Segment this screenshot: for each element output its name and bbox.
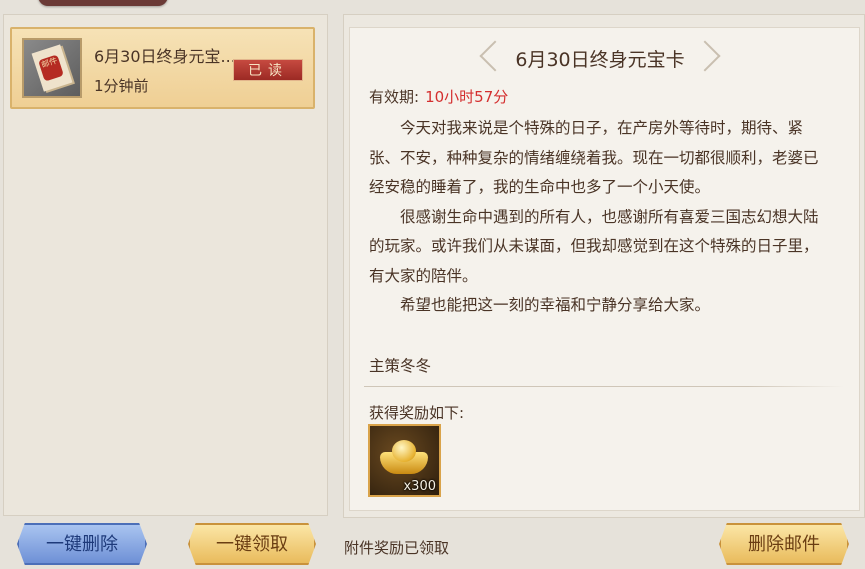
mail-paragraph: 希望也能把这一刻的幸福和宁静分享给大家。 [400,296,711,314]
mail-item-title: 6月30日终身元宝... [94,47,236,66]
mail-list-item[interactable]: 邮件 6月30日终身元宝... 1分钟前 已读 [10,27,315,109]
gold-ingot-icon [380,440,428,474]
delete-mail-button[interactable]: 删除邮件 [719,523,849,565]
mail-envelope-icon: 邮件 [22,38,82,98]
mail-heading: 6月30日终身元宝卡 [515,49,685,71]
mail-paragraph: 今天对我来说是个特殊的日子，在产房外等待时，期待、紧张、不安，种种复杂的情绪缠绕… [369,119,819,196]
mail-paragraph: 很感谢生命中遇到的所有人，也感谢所有喜爱三国志幻想大陆的玩家。或许我们从未谋面，… [369,207,819,285]
reward-item[interactable]: x300 [368,424,441,497]
read-status-badge: 已读 [233,59,303,81]
claim-all-button[interactable]: 一键领取 [188,523,316,565]
mail-signature: 主策冬冬 [369,357,432,375]
divider [364,386,844,387]
reward-label: 获得奖励如下: [369,404,465,422]
delete-all-button[interactable]: 一键删除 [17,523,147,565]
validity-row: 有效期: 10小时57分 [369,86,508,107]
validity-value: 10小时57分 [425,88,509,106]
top-tab[interactable] [38,0,168,6]
mail-item-time: 1分钟前 [94,77,149,95]
claimed-status-text: 附件奖励已领取 [344,539,450,557]
mail-body: 今天对我来说是个特殊的日子，在产房外等待时，期待、紧张、不安，种种复杂的情绪缠绕… [369,114,829,321]
reward-count: x300 [403,479,436,494]
mail-heading-frame: 6月30日终身元宝卡 [478,40,722,72]
validity-label: 有效期: [369,88,420,106]
